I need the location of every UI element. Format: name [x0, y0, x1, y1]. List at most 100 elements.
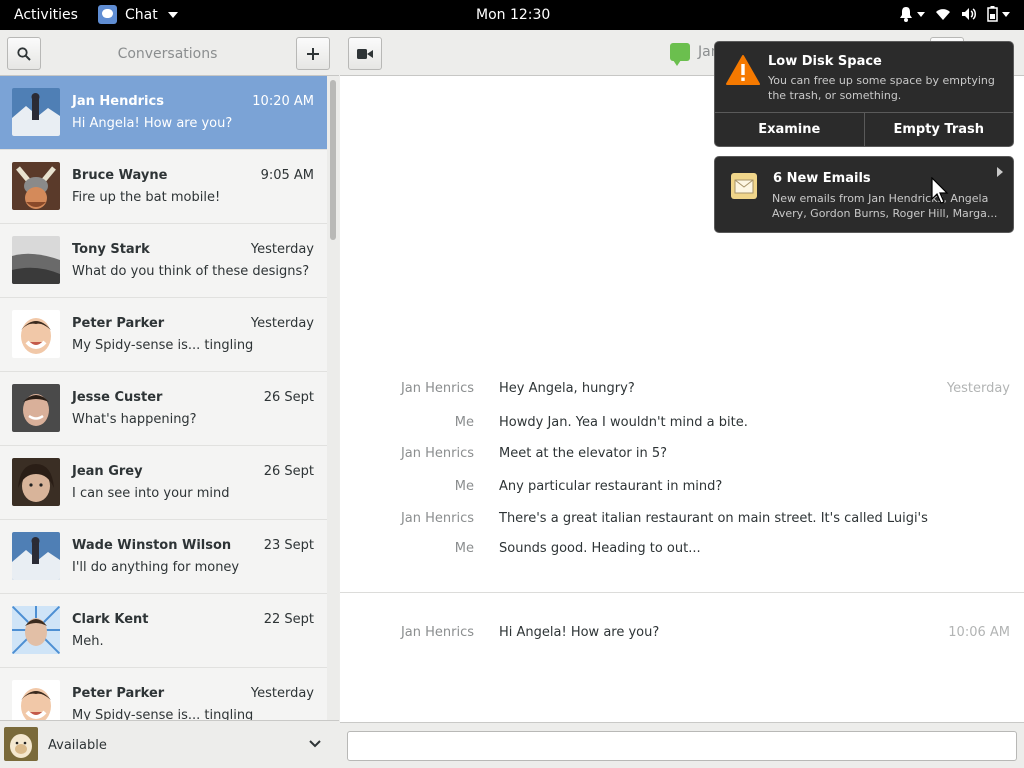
presence-status: Available	[48, 738, 107, 753]
conversation-name: Wade Winston Wilson	[72, 538, 232, 553]
status-area[interactable]	[899, 6, 1010, 22]
message-text: Any particular restaurant in mind?	[499, 479, 723, 494]
chevron-down-icon	[309, 740, 321, 748]
bell-icon[interactable]	[899, 6, 925, 22]
message-text: There's a great italian restaurant on ma…	[499, 511, 928, 526]
conversation-time: Yesterday	[250, 686, 314, 701]
avatar	[12, 384, 60, 432]
wifi-icon[interactable]	[935, 7, 951, 21]
app-menu[interactable]: Chat	[98, 5, 178, 24]
presence-selector[interactable]: Available	[0, 720, 339, 768]
mail-icon	[731, 173, 757, 199]
message-text: Hey Angela, hungry?	[499, 381, 635, 396]
conversations-title: Conversations	[117, 46, 218, 62]
message-timestamp: Yesterday	[946, 381, 1010, 396]
conversation-time: 22 Sept	[263, 612, 314, 627]
conversation-preview: Fire up the bat mobile!	[72, 190, 221, 205]
mouse-pointer-icon	[931, 177, 949, 204]
conversation-scrollbar[interactable]	[327, 76, 339, 720]
top-bar: Activities Chat Mon 12:30	[0, 0, 1024, 30]
message-text: Sounds good. Heading to out...	[499, 541, 701, 556]
conversation-preview: My Spidy-sense is... tingling	[72, 708, 254, 720]
conversation-name: Peter Parker	[72, 686, 165, 701]
app-menu-label: Chat	[125, 6, 158, 23]
plus-icon	[307, 47, 319, 60]
conversation-item[interactable]: Jan Hendrics 10:20 AM Hi Angela! How are…	[0, 76, 327, 150]
conversation-preview: I can see into your mind	[72, 486, 230, 501]
message-row: Jan Henrics Meet at the elevator in 5?	[340, 446, 1024, 466]
clock[interactable]: Mon 12:30	[476, 7, 550, 23]
video-call-button[interactable]	[348, 37, 382, 70]
conversation-preview: Hi Angela! How are you?	[72, 116, 233, 131]
conversation-item[interactable]: Clark Kent 22 Sept Meh.	[0, 594, 327, 668]
warning-icon	[726, 55, 760, 85]
avatar	[12, 310, 60, 358]
conversation-item[interactable]: Peter Parker Yesterday My Spidy-sense is…	[0, 298, 327, 372]
new-conversation-button[interactable]	[296, 37, 330, 70]
conversation-time: 9:05 AM	[260, 168, 314, 183]
notification-title: 6 New Emails	[773, 171, 871, 186]
conversation-name: Tony Stark	[72, 242, 150, 257]
examine-button[interactable]: Examine	[715, 113, 864, 146]
empty-trash-button[interactable]: Empty Trash	[863, 113, 1014, 146]
message-text: Hi Angela! How are you?	[499, 625, 660, 640]
message-row: Me Sounds good. Heading to out...	[340, 541, 1024, 561]
conversation-time: 23 Sept	[263, 538, 314, 553]
conversation-preview: What's happening?	[72, 412, 197, 427]
message-timestamp: 10:06 AM	[948, 625, 1010, 640]
message-row: Jan Henrics Hey Angela, hungry? Yesterda…	[340, 381, 1024, 401]
avatar	[12, 162, 60, 210]
conversation-preview: I'll do anything for money	[72, 560, 240, 575]
low-disk-notification[interactable]: Low Disk Space You can free up some spac…	[714, 41, 1014, 147]
avatar	[12, 88, 60, 136]
notification-body: You can free up some space by emptying t…	[768, 74, 995, 102]
message-row: Me Any particular restaurant in mind?	[340, 479, 1024, 499]
conversation-preview: What do you think of these designs?	[72, 264, 310, 279]
expand-arrow-icon[interactable]	[997, 167, 1003, 177]
chat-status-icon	[670, 43, 690, 66]
chat-app-icon	[98, 5, 117, 24]
avatar	[12, 680, 60, 720]
message-text: Meet at the elevator in 5?	[499, 446, 668, 461]
notification-body: New emails from Jan Hendricks, Angela Av…	[772, 192, 998, 220]
message-row: Jan Henrics There's a great italian rest…	[340, 511, 1024, 531]
conversation-item[interactable]: Peter Parker Yesterday My Spidy-sense is…	[0, 668, 327, 720]
conversation-name: Peter Parker	[72, 316, 165, 331]
conversation-name: Jesse Custer	[72, 390, 163, 405]
conversation-item[interactable]: Tony Stark Yesterday What do you think o…	[0, 224, 327, 298]
user-avatar	[4, 727, 38, 761]
avatar	[12, 458, 60, 506]
conversation-preview: Meh.	[72, 634, 104, 649]
message-composer	[340, 722, 1024, 768]
conversation-time: 26 Sept	[263, 464, 314, 479]
new-emails-notification[interactable]: 6 New Emails New emails from Jan Hendric…	[714, 156, 1014, 233]
scrollbar-thumb[interactable]	[330, 80, 336, 240]
conversation-item[interactable]: Jesse Custer 26 Sept What's happening?	[0, 372, 327, 446]
conversation-item[interactable]: Bruce Wayne 9:05 AM Fire up the bat mobi…	[0, 150, 327, 224]
conversation-item[interactable]: Wade Winston Wilson 23 Sept I'll do anyt…	[0, 520, 327, 594]
conversation-list[interactable]: Jan Hendrics 10:20 AM Hi Angela! How are…	[0, 76, 327, 720]
conversation-time: 10:20 AM	[252, 94, 314, 109]
latest-message-row: Jan Henrics Hi Angela! How are you? 10:0…	[340, 625, 1024, 645]
battery-icon[interactable]	[987, 6, 1010, 22]
notification-actions: Examine Empty Trash	[715, 112, 1013, 146]
avatar	[12, 236, 60, 284]
volume-icon[interactable]	[961, 7, 977, 21]
message-row: Me Howdy Jan. Yea I wouldn't mind a bite…	[340, 415, 1024, 435]
message-sender: Jan Henrics	[400, 446, 474, 461]
conversations-pane: Conversations Jan Hendrics 10:20 AM Hi A…	[0, 30, 339, 768]
conversation-item[interactable]: Jean Grey 26 Sept I can see into your mi…	[0, 446, 327, 520]
notification-title: Low Disk Space	[768, 54, 882, 69]
message-input[interactable]	[347, 731, 1017, 761]
avatar	[12, 606, 60, 654]
conversation-time: Yesterday	[250, 316, 314, 331]
activities-button[interactable]: Activities	[14, 7, 78, 23]
conversation-time: Yesterday	[250, 242, 314, 257]
message-sender: Me	[454, 479, 474, 494]
conversation-name: Clark Kent	[72, 612, 149, 627]
message-text: Howdy Jan. Yea I wouldn't mind a bite.	[499, 415, 748, 430]
video-camera-icon	[357, 48, 373, 59]
message-sender: Me	[454, 541, 474, 556]
conversation-time: 26 Sept	[263, 390, 314, 405]
conversation-preview: My Spidy-sense is... tingling	[72, 338, 254, 353]
